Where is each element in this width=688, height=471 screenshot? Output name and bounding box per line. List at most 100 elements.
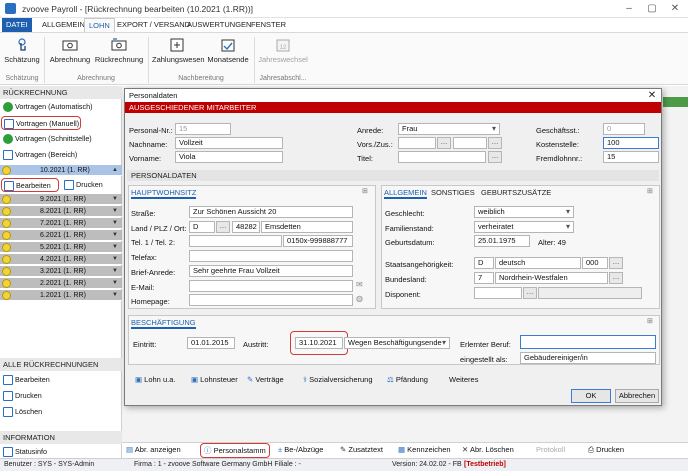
kostenstelle-field[interactable]: 100 [603, 137, 659, 149]
eintritt-field[interactable]: 01.01.2015 [187, 337, 235, 349]
monatsende-button[interactable]: Monatsende [206, 37, 250, 71]
zahlungswesen-button[interactable]: Zahlungswesen [152, 37, 205, 71]
staatsang-lookup-button[interactable]: … [609, 257, 623, 269]
geschlecht-select[interactable]: weiblich [474, 206, 574, 218]
vortragen-automatisch-item[interactable]: Vortragen (Automatisch) [1, 100, 120, 114]
period-item[interactable]: 3.2021 (1. RR) ▼ [0, 266, 122, 277]
fremdlohnnr-field[interactable]: 15 [603, 151, 659, 163]
personal-nr-field[interactable]: 15 [175, 123, 231, 135]
austritt-grund-select[interactable]: Wegen Beschäftigungsende [344, 337, 450, 349]
tab-auswertungen[interactable]: AUSWERTUNGEN [183, 18, 255, 32]
vortragen-manuell-item[interactable]: Vortragen (Manuell) [1, 116, 81, 130]
familienstand-select[interactable]: verheiratet [474, 221, 574, 233]
tab-beschaeftigung[interactable]: BESCHÄFTIGUNG [131, 318, 196, 329]
land-field[interactable]: D [189, 221, 215, 233]
be-abzuege-button[interactable]: ± Be-/Abzüge [278, 445, 323, 454]
weiteres-link[interactable]: Weiteres [449, 375, 478, 384]
period-item[interactable]: 2.2021 (1. RR) ▼ [0, 278, 122, 289]
drucken-item[interactable]: Drucken [62, 178, 118, 192]
vortragen-schnittstelle-item[interactable]: Vortragen (Schnittstelle) [1, 132, 120, 146]
ok-button[interactable]: OK [571, 389, 611, 403]
minimize-icon[interactable]: – [622, 2, 636, 16]
zusatz-field[interactable] [453, 137, 487, 149]
expand-panel-icon[interactable]: ⊞ [647, 317, 653, 325]
alle-drucken-item[interactable]: Drucken [1, 389, 120, 403]
disponent-name-field[interactable] [538, 287, 642, 299]
period-item[interactable]: 1.2021 (1. RR) ▼ [0, 290, 122, 301]
lohnsteuer-link[interactable]: ▣ Lohnsteuer [191, 375, 238, 384]
maximize-icon[interactable]: ▢ [645, 2, 659, 16]
titel-lookup-button[interactable]: … [488, 151, 502, 163]
staatsang-num-field[interactable]: 000 [582, 257, 608, 269]
abrechnung-button[interactable]: Abrechnung [48, 37, 92, 71]
tel1-field[interactable] [189, 235, 282, 247]
bundesland-code-field[interactable]: 7 [474, 272, 494, 284]
alle-bearbeiten-item[interactable]: Bearbeiten [1, 373, 120, 387]
land-lookup-button[interactable]: … [216, 221, 230, 233]
tab-fenster[interactable]: FENSTER [247, 18, 290, 32]
globe-icon[interactable]: ◍ [356, 294, 363, 303]
period-current[interactable]: 10.2021 (1. RR) ▲ [0, 165, 122, 176]
lohn-link[interactable]: ▣ Lohn u.a. [135, 375, 175, 384]
period-item[interactable]: 4.2021 (1. RR) ▼ [0, 254, 122, 265]
bearbeiten-item[interactable]: Bearbeiten [1, 178, 59, 192]
tab-lohn[interactable]: LOHN [84, 18, 115, 32]
close-icon[interactable]: ✕ [668, 2, 682, 16]
vertraege-link[interactable]: ✎ Verträge [247, 375, 284, 384]
expand-panel-icon[interactable]: ⊞ [362, 187, 368, 195]
staatsang-code-field[interactable]: D [474, 257, 494, 269]
tab-datei[interactable]: DATEI [2, 18, 32, 32]
personalstamm-button[interactable]: ⓘ Personalstamm [204, 445, 266, 456]
bundesland-lookup-button[interactable]: … [609, 272, 623, 284]
telefax-field[interactable] [189, 250, 353, 262]
strasse-field[interactable]: Zur Schönen Aussicht 20 [189, 206, 353, 218]
vorname-field[interactable]: Viola [175, 151, 283, 163]
period-item[interactable]: 9.2021 (1. RR) ▼ [0, 194, 122, 205]
titel-field[interactable] [398, 151, 486, 163]
staatsang-field[interactable]: deutsch [495, 257, 581, 269]
rueckrechnung-button[interactable]: Rückrechnung [94, 37, 144, 71]
plz-field[interactable]: 48282 [232, 221, 260, 233]
period-item[interactable]: 5.2021 (1. RR) ▼ [0, 242, 122, 253]
geschaeftsstelle-field[interactable]: 0 [603, 123, 645, 135]
tab-export-versand[interactable]: EXPORT / VERSAND [113, 18, 194, 32]
drucken-button[interactable]: ⎙ Drucken [588, 445, 624, 455]
austritt-field[interactable]: 31.10.2021 [295, 337, 343, 349]
mail-icon[interactable]: ✉ [356, 280, 363, 289]
anrede-select[interactable]: Frau [398, 123, 500, 135]
vortragen-bereich-item[interactable]: Vortragen (Bereich) [1, 148, 120, 162]
protokoll-button[interactable]: Protokoll [536, 445, 565, 454]
statusinfo-item[interactable]: Statusinfo [1, 445, 120, 459]
zusatztext-button[interactable]: ✎ Zusatztext [340, 445, 383, 454]
abr-anzeigen-button[interactable]: ▤ Abr. anzeigen [126, 445, 181, 454]
geburtsdatum-field[interactable]: 25.01.1975 [474, 235, 530, 247]
period-item[interactable]: 7.2021 (1. RR) ▼ [0, 218, 122, 229]
tel2-field[interactable]: 0150x-999888777 [283, 235, 353, 247]
disponent-code-field[interactable] [474, 287, 522, 299]
tab-geburtszusaetze[interactable]: GEBURTSZUSÄTZE [481, 188, 551, 197]
zusatz-lookup-button[interactable]: … [488, 137, 502, 149]
tab-hauptwohnsitz[interactable]: HAUPTWOHNSITZ [131, 188, 197, 199]
pfaendung-link[interactable]: ⚖ Pfändung [387, 375, 428, 384]
erlernter-beruf-field[interactable] [520, 335, 656, 349]
dialog-close-icon[interactable]: ✕ [646, 89, 658, 102]
eingestellt-als-field[interactable]: Gebäudereiniger/in [520, 352, 656, 364]
jahreswechsel-button[interactable]: 12 Jahreswechsel [258, 37, 308, 71]
abbrechen-button[interactable]: Abbrechen [615, 389, 659, 403]
period-item[interactable]: 8.2021 (1. RR) ▼ [0, 206, 122, 217]
bundesland-field[interactable]: Nordrhein-Westfalen [495, 272, 608, 284]
abr-loeschen-button[interactable]: ✕ Abr. Löschen [462, 445, 514, 454]
nachname-field[interactable]: Vollzeit [175, 137, 283, 149]
alle-loeschen-item[interactable]: Löschen [1, 405, 120, 419]
sozialversicherung-link[interactable]: ⚕ Sozialversicherung [303, 375, 373, 384]
expand-panel-icon[interactable]: ⊞ [647, 187, 653, 195]
ort-field[interactable]: Emsdetten [261, 221, 353, 233]
email-field[interactable] [189, 280, 353, 292]
tab-sonstiges[interactable]: SONSTIGES [431, 188, 475, 197]
kennzeichen-button[interactable]: ▦ Kennzeichen [398, 445, 451, 454]
briefanrede-field[interactable]: Sehr geehrte Frau Vollzeit [189, 265, 353, 277]
tab-allgemein-dialog[interactable]: ALLGEMEIN [384, 188, 427, 199]
vorsatz-field[interactable] [398, 137, 436, 149]
homepage-field[interactable] [189, 294, 353, 306]
schaetzung-button[interactable]: Schätzung [4, 37, 40, 71]
